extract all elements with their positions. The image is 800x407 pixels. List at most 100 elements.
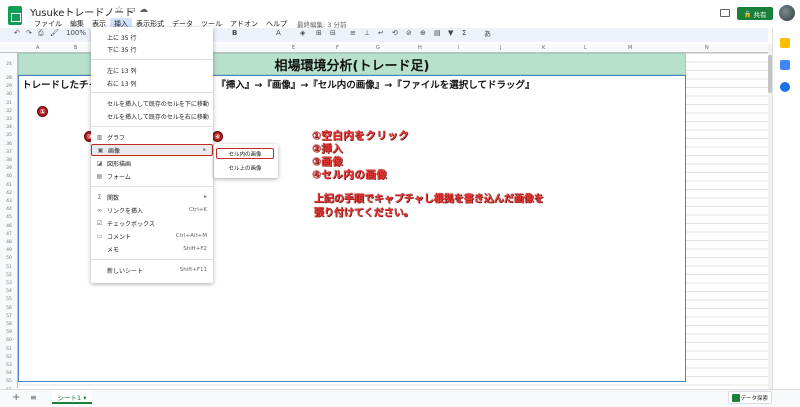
- add-sheet-icon[interactable]: +: [12, 392, 20, 403]
- text-color-icon[interactable]: A: [276, 29, 281, 37]
- col-label[interactable]: M: [628, 45, 632, 51]
- menu-cols-left[interactable]: 左に 13 列: [91, 64, 213, 76]
- calendar-icon[interactable]: [780, 82, 790, 92]
- filter-icon[interactable]: ▼: [448, 29, 453, 37]
- menu-drawing[interactable]: ◪ 図形描画: [91, 157, 213, 169]
- row-number[interactable]: 64: [0, 371, 18, 376]
- row-number[interactable]: 47: [0, 232, 18, 237]
- menu-checkbox[interactable]: ☑ チェックボックス: [91, 217, 213, 229]
- col-label[interactable]: H: [418, 45, 422, 51]
- row-number[interactable]: 38: [0, 158, 18, 163]
- valign-icon[interactable]: ⊥: [364, 29, 370, 37]
- menu-link[interactable]: ∞ リンクを挿入 Ctrl+K: [91, 204, 213, 216]
- row-number[interactable]: 34: [0, 125, 18, 130]
- menu-rows-above[interactable]: 上に 35 行: [91, 31, 213, 43]
- row-number[interactable]: 44: [0, 207, 18, 212]
- row-number[interactable]: 65: [0, 379, 18, 384]
- col-label[interactable]: L: [584, 45, 587, 51]
- tasks-icon[interactable]: [780, 60, 790, 70]
- comment-icon[interactable]: ⊕: [420, 29, 426, 37]
- row-number[interactable]: 33: [0, 117, 18, 122]
- align-left-icon[interactable]: ≡: [350, 29, 356, 37]
- row-number[interactable]: 40: [0, 174, 18, 179]
- row-number[interactable]: 58: [0, 322, 18, 327]
- row-number[interactable]: 37: [0, 150, 18, 155]
- undo-icon[interactable]: ↶: [14, 29, 20, 37]
- menu-image[interactable]: ▣ 画像 ▸: [91, 144, 213, 156]
- input-tools-icon[interactable]: あ: [484, 29, 491, 39]
- menu-form[interactable]: ▤ フォーム: [91, 170, 213, 182]
- merge-icon[interactable]: ⊟: [330, 29, 336, 37]
- print-icon[interactable]: ⎙: [38, 29, 44, 38]
- menu-function[interactable]: Σ 関数 ▸: [91, 191, 213, 203]
- menu-cols-right[interactable]: 右に 13 列: [91, 77, 213, 89]
- col-label[interactable]: G: [376, 45, 380, 51]
- col-label[interactable]: E: [292, 45, 295, 51]
- star-icon[interactable]: ☆: [115, 5, 123, 15]
- row-number[interactable]: 52: [0, 273, 18, 278]
- menu-comment[interactable]: ▭ コメント Ctrl+Alt+M: [91, 230, 213, 242]
- col-label[interactable]: F: [336, 45, 339, 51]
- row-number[interactable]: 24: [0, 62, 18, 67]
- row-number[interactable]: 62: [0, 355, 18, 360]
- row-number[interactable]: 57: [0, 314, 18, 319]
- col-label[interactable]: J: [500, 45, 501, 51]
- row-number[interactable]: 53: [0, 281, 18, 286]
- col-label[interactable]: N: [705, 45, 709, 51]
- menu-chart[interactable]: ▥ グラフ: [91, 131, 213, 143]
- sheets-logo[interactable]: [8, 6, 22, 25]
- row-number[interactable]: 42: [0, 191, 18, 196]
- row-number[interactable]: 59: [0, 330, 18, 335]
- submenu-image-in-cell[interactable]: セル内の画像: [216, 148, 274, 159]
- row-number[interactable]: 32: [0, 109, 18, 114]
- cloud-icon[interactable]: ☁: [139, 5, 148, 15]
- row-number[interactable]: 45: [0, 215, 18, 220]
- menu-note[interactable]: メモ Shift+F2: [91, 243, 213, 255]
- menu-new-sheet[interactable]: 新しいシート Shift+F11: [91, 264, 213, 276]
- all-sheets-icon[interactable]: ≡: [30, 393, 37, 402]
- row-number[interactable]: 46: [0, 224, 18, 229]
- row-number[interactable]: 30: [0, 92, 18, 97]
- row-number[interactable]: 63: [0, 363, 18, 368]
- row-number[interactable]: 60: [0, 338, 18, 343]
- chart-icon[interactable]: ▤: [434, 29, 441, 37]
- row-number[interactable]: 56: [0, 306, 18, 311]
- paint-format-icon[interactable]: 🖌: [50, 29, 59, 37]
- submenu-image-over-cells[interactable]: セル上の画像: [216, 162, 274, 173]
- row-number[interactable]: 48: [0, 240, 18, 245]
- row-number[interactable]: 55: [0, 297, 18, 302]
- move-icon[interactable]: ▭: [127, 5, 136, 15]
- row-number[interactable]: 61: [0, 347, 18, 352]
- explore-button[interactable]: データ探索: [728, 391, 772, 404]
- row-number[interactable]: 51: [0, 265, 18, 270]
- row-number[interactable]: 36: [0, 142, 18, 147]
- keep-icon[interactable]: [780, 38, 790, 48]
- rotate-icon[interactable]: ⟲: [392, 29, 398, 37]
- row-number[interactable]: 54: [0, 289, 18, 294]
- borders-icon[interactable]: ⊞: [316, 29, 322, 37]
- bold-icon[interactable]: B: [232, 29, 237, 37]
- menu-cells-shift-down[interactable]: セルを挿入して既存のセルを下に移動: [91, 97, 213, 109]
- sheet-tab[interactable]: シート1 ▾: [52, 391, 92, 404]
- row-number[interactable]: 50: [0, 256, 18, 261]
- fill-color-icon[interactable]: ◈: [300, 29, 305, 37]
- zoom-select[interactable]: 100%: [66, 29, 86, 37]
- row-number[interactable]: 41: [0, 183, 18, 188]
- row-number[interactable]: 39: [0, 166, 18, 171]
- avatar[interactable]: [779, 5, 795, 21]
- function-icon[interactable]: Σ: [462, 29, 466, 37]
- menu-cells-shift-right[interactable]: セルを挿入して既存のセルを右に移動: [91, 110, 213, 122]
- share-button[interactable]: 🔒 共有: [737, 7, 773, 20]
- row-number[interactable]: 49: [0, 248, 18, 253]
- col-label[interactable]: B: [74, 45, 77, 51]
- wrap-icon[interactable]: ↵: [378, 29, 384, 37]
- comment-history-icon[interactable]: [720, 9, 730, 17]
- col-label[interactable]: K: [542, 45, 545, 51]
- row-number[interactable]: 31: [0, 101, 18, 106]
- row-number[interactable]: 29: [0, 84, 18, 89]
- link-icon[interactable]: ⊘: [406, 29, 412, 37]
- col-label[interactable]: A: [36, 45, 39, 51]
- redo-icon[interactable]: ↷: [26, 29, 32, 37]
- row-number[interactable]: 28: [0, 76, 18, 81]
- col-label[interactable]: I: [458, 45, 459, 51]
